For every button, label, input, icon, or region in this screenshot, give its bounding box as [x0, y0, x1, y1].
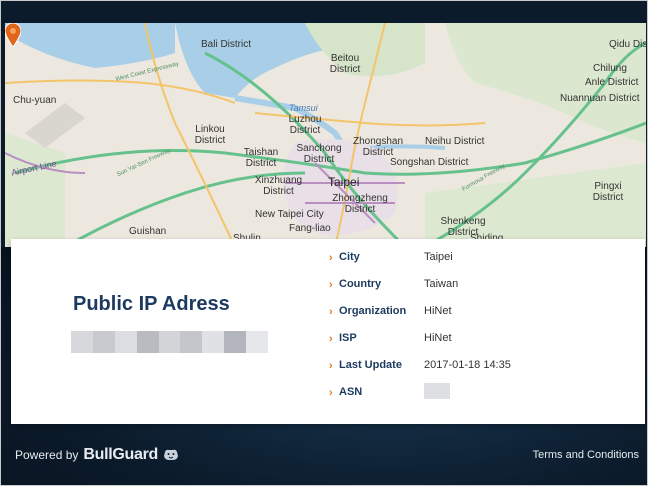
map-label: Chu-yuan [13, 95, 57, 106]
map-label: Sanchong District [296, 143, 342, 165]
chevron-right-icon: › [329, 387, 333, 399]
chevron-right-icon: › [329, 252, 333, 264]
powered-by: Powered by BullGuard [15, 446, 179, 464]
detail-value: Taiwan [424, 278, 459, 290]
bulldog-icon [164, 449, 179, 460]
chevron-right-icon: › [329, 360, 333, 372]
map-label: Pingxi District [592, 181, 624, 203]
detail-label: ASN [339, 386, 363, 398]
map-label: Tamsui [289, 103, 318, 113]
detail-row-city: › City Taipei [329, 251, 629, 278]
map-label: Fang-liao [289, 223, 331, 234]
map-label: Luzhou District [288, 114, 322, 136]
ip-address-redacted [71, 331, 269, 353]
map-label: Beitou District [329, 53, 361, 75]
map-label: New Taipei City [255, 209, 324, 220]
map-label: Zhongshan District [352, 136, 404, 158]
detail-label: Country [339, 278, 382, 290]
page-frame: Bali District Beitou District Tamsui Chi… [0, 0, 648, 486]
ip-info-card: Public IP Adress › City Taipei › Country… [11, 239, 645, 424]
map-label: Linkou District [194, 124, 226, 146]
detail-row-organization: › Organization HiNet [329, 305, 629, 332]
location-map[interactable]: Bali District Beitou District Tamsui Chi… [5, 23, 646, 247]
detail-value: 2017-01-18 14:35 [424, 359, 511, 371]
detail-row-isp: › ISP HiNet [329, 332, 629, 359]
map-label: Nuannuan District [560, 93, 640, 104]
map-label: Zhongzheng District [332, 193, 388, 215]
chevron-right-icon: › [329, 279, 333, 291]
detail-row-country: › Country Taiwan [329, 278, 629, 305]
map-label: Bali District [201, 39, 252, 50]
detail-label: City [339, 251, 360, 263]
terms-link[interactable]: Terms and Conditions [533, 449, 639, 461]
asn-redacted [424, 383, 450, 399]
detail-row-asn: › ASN [329, 383, 629, 413]
map-label: Guishan [129, 226, 167, 237]
map-label: Anle District [585, 77, 639, 88]
detail-label: Organization [339, 305, 407, 317]
map-label: Qidu District [609, 39, 646, 50]
location-pin-icon[interactable] [5, 23, 21, 47]
detail-value: HiNet [424, 332, 452, 344]
chevron-right-icon: › [329, 306, 333, 318]
detail-label: Last Update [339, 359, 402, 371]
detail-label: ISP [339, 332, 357, 344]
map-label: Chilung [593, 63, 627, 74]
detail-row-last-update: › Last Update 2017-01-18 14:35 [329, 359, 629, 386]
chevron-right-icon: › [329, 333, 333, 345]
map-label: Taipei [328, 175, 360, 189]
page-title: Public IP Adress [73, 293, 230, 315]
detail-value: HiNet [424, 305, 452, 317]
map-label: Songshan District [390, 157, 469, 168]
detail-value: Taipei [424, 251, 453, 263]
powered-by-text: Powered by [15, 448, 79, 462]
bullguard-logo[interactable]: BullGuard [83, 446, 158, 464]
ip-details-list: › City Taipei › Country Taiwan › Organiz… [329, 251, 629, 413]
map-label: Neihu District [425, 136, 485, 147]
map-label: Taishan District [243, 147, 279, 169]
map-label: Xinzhuang District [254, 175, 303, 197]
